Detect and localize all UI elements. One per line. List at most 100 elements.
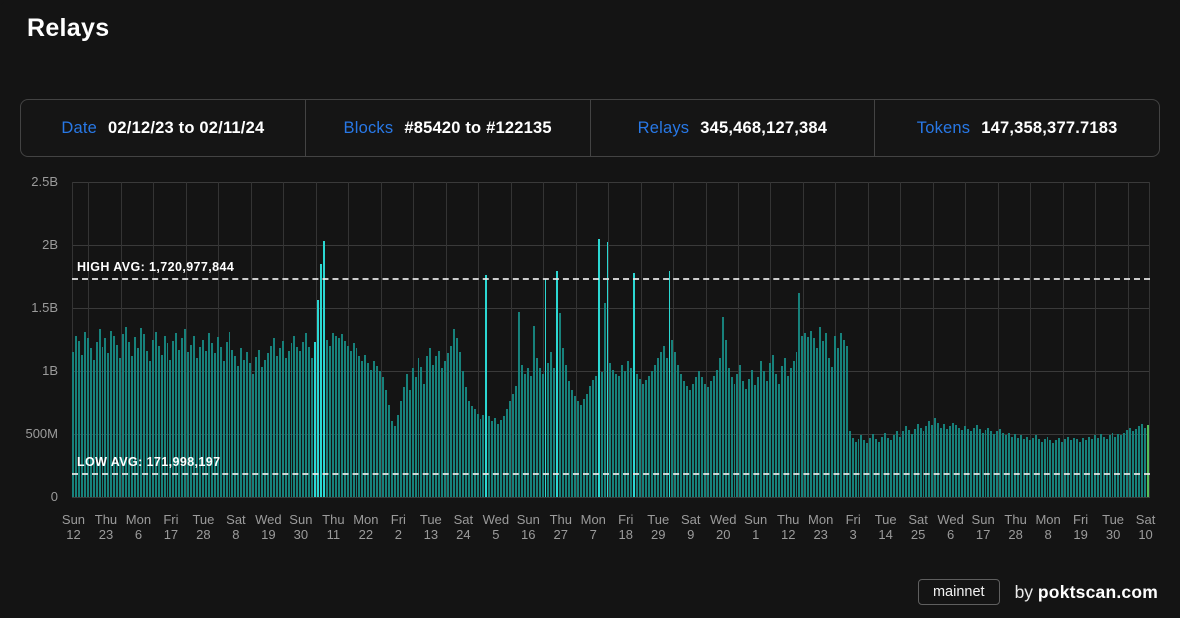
- relay-bar[interactable]: [1144, 428, 1146, 497]
- relay-bar[interactable]: [367, 363, 369, 497]
- relay-bar[interactable]: [488, 416, 490, 497]
- relay-bar[interactable]: [648, 376, 650, 497]
- relay-bar[interactable]: [766, 381, 768, 497]
- relay-bar[interactable]: [1117, 434, 1119, 497]
- relay-bar[interactable]: [669, 271, 671, 497]
- relay-bar[interactable]: [979, 429, 981, 497]
- relay-bar[interactable]: [497, 424, 499, 497]
- relay-bar[interactable]: [1079, 442, 1081, 497]
- relay-bar[interactable]: [394, 426, 396, 497]
- relay-bar[interactable]: [866, 443, 868, 497]
- relay-bar[interactable]: [1097, 438, 1099, 497]
- relay-bar[interactable]: [923, 431, 925, 497]
- relay-bar[interactable]: [234, 356, 236, 497]
- relay-bar[interactable]: [373, 361, 375, 497]
- relay-bar[interactable]: [784, 358, 786, 497]
- relay-bar[interactable]: [93, 360, 95, 497]
- relay-bar[interactable]: [961, 430, 963, 497]
- relay-bar[interactable]: [415, 377, 417, 497]
- relay-bar[interactable]: [358, 356, 360, 497]
- relay-bar[interactable]: [252, 374, 254, 497]
- relay-bar[interactable]: [869, 438, 871, 497]
- relay-bar[interactable]: [214, 353, 216, 497]
- relay-bar[interactable]: [952, 423, 954, 497]
- relay-bar[interactable]: [107, 353, 109, 497]
- relay-bar[interactable]: [1041, 442, 1043, 497]
- relay-bar[interactable]: [595, 376, 597, 497]
- relay-bar[interactable]: [615, 374, 617, 497]
- relay-bar[interactable]: [592, 380, 594, 497]
- relay-bar[interactable]: [110, 331, 112, 497]
- relay-bar[interactable]: [860, 435, 862, 497]
- relay-bar[interactable]: [763, 371, 765, 497]
- relay-bar[interactable]: [1094, 435, 1096, 497]
- relay-bar[interactable]: [565, 365, 567, 497]
- relay-bar[interactable]: [432, 365, 434, 497]
- relay-bar[interactable]: [1085, 440, 1087, 497]
- relay-bar[interactable]: [852, 438, 854, 497]
- relay-bar[interactable]: [184, 329, 186, 497]
- relay-bar[interactable]: [893, 435, 895, 497]
- relay-bar[interactable]: [736, 374, 738, 497]
- relay-bar[interactable]: [441, 368, 443, 497]
- relay-bar[interactable]: [261, 367, 263, 497]
- relay-bar[interactable]: [946, 429, 948, 497]
- relay-bar[interactable]: [276, 356, 278, 497]
- relay-bar[interactable]: [604, 303, 606, 497]
- relay-bar[interactable]: [1008, 433, 1010, 497]
- relay-bar[interactable]: [1120, 435, 1122, 497]
- relay-bar[interactable]: [468, 401, 470, 497]
- relay-bar[interactable]: [651, 371, 653, 497]
- relay-bar[interactable]: [379, 371, 381, 497]
- relay-bar[interactable]: [406, 374, 408, 497]
- relay-bar[interactable]: [855, 442, 857, 497]
- relay-bar[interactable]: [453, 329, 455, 497]
- relay-bar[interactable]: [1023, 439, 1025, 497]
- relay-bar[interactable]: [509, 401, 511, 497]
- relay-bar[interactable]: [911, 434, 913, 497]
- relay-bar[interactable]: [506, 409, 508, 497]
- relay-bar[interactable]: [881, 437, 883, 497]
- relay-bar[interactable]: [435, 356, 437, 497]
- relay-bar[interactable]: [471, 406, 473, 497]
- relay-bar[interactable]: [627, 361, 629, 497]
- relay-bar[interactable]: [793, 361, 795, 497]
- relay-bar[interactable]: [970, 431, 972, 497]
- relay-bar[interactable]: [568, 381, 570, 497]
- relay-bar[interactable]: [1123, 433, 1125, 497]
- relay-bar[interactable]: [716, 370, 718, 497]
- relay-bar[interactable]: [657, 358, 659, 497]
- relay-bar[interactable]: [1126, 430, 1128, 497]
- relay-bar[interactable]: [778, 384, 780, 497]
- relay-bar[interactable]: [491, 421, 493, 497]
- relay-bar[interactable]: [196, 358, 198, 497]
- relay-bar[interactable]: [317, 300, 319, 497]
- relay-bar[interactable]: [364, 355, 366, 497]
- relay-bar[interactable]: [485, 275, 487, 497]
- relay-bar[interactable]: [494, 418, 496, 497]
- relay-bar[interactable]: [255, 357, 257, 497]
- relay-bar[interactable]: [1147, 425, 1149, 497]
- relay-bar[interactable]: [237, 366, 239, 497]
- relay-bar[interactable]: [1073, 438, 1075, 497]
- relay-bar[interactable]: [267, 353, 269, 497]
- relay-bar[interactable]: [574, 396, 576, 497]
- relay-bar[interactable]: [1114, 437, 1116, 497]
- relay-bar[interactable]: [1082, 438, 1084, 497]
- relay-bar[interactable]: [896, 431, 898, 497]
- relay-bar[interactable]: [1112, 433, 1114, 497]
- relay-bar[interactable]: [630, 368, 632, 497]
- relay-bar[interactable]: [645, 380, 647, 497]
- relay-bar[interactable]: [418, 358, 420, 497]
- relay-bar[interactable]: [376, 366, 378, 497]
- relay-bar[interactable]: [790, 368, 792, 497]
- relay-bar[interactable]: [527, 368, 529, 497]
- relay-bar[interactable]: [884, 433, 886, 497]
- relay-bar[interactable]: [728, 368, 730, 497]
- relay-bar[interactable]: [996, 431, 998, 497]
- relay-bar[interactable]: [1076, 439, 1078, 497]
- relay-bar[interactable]: [1064, 439, 1066, 497]
- relay-bar[interactable]: [976, 425, 978, 497]
- relay-bar[interactable]: [547, 363, 549, 497]
- relay-bar[interactable]: [692, 384, 694, 497]
